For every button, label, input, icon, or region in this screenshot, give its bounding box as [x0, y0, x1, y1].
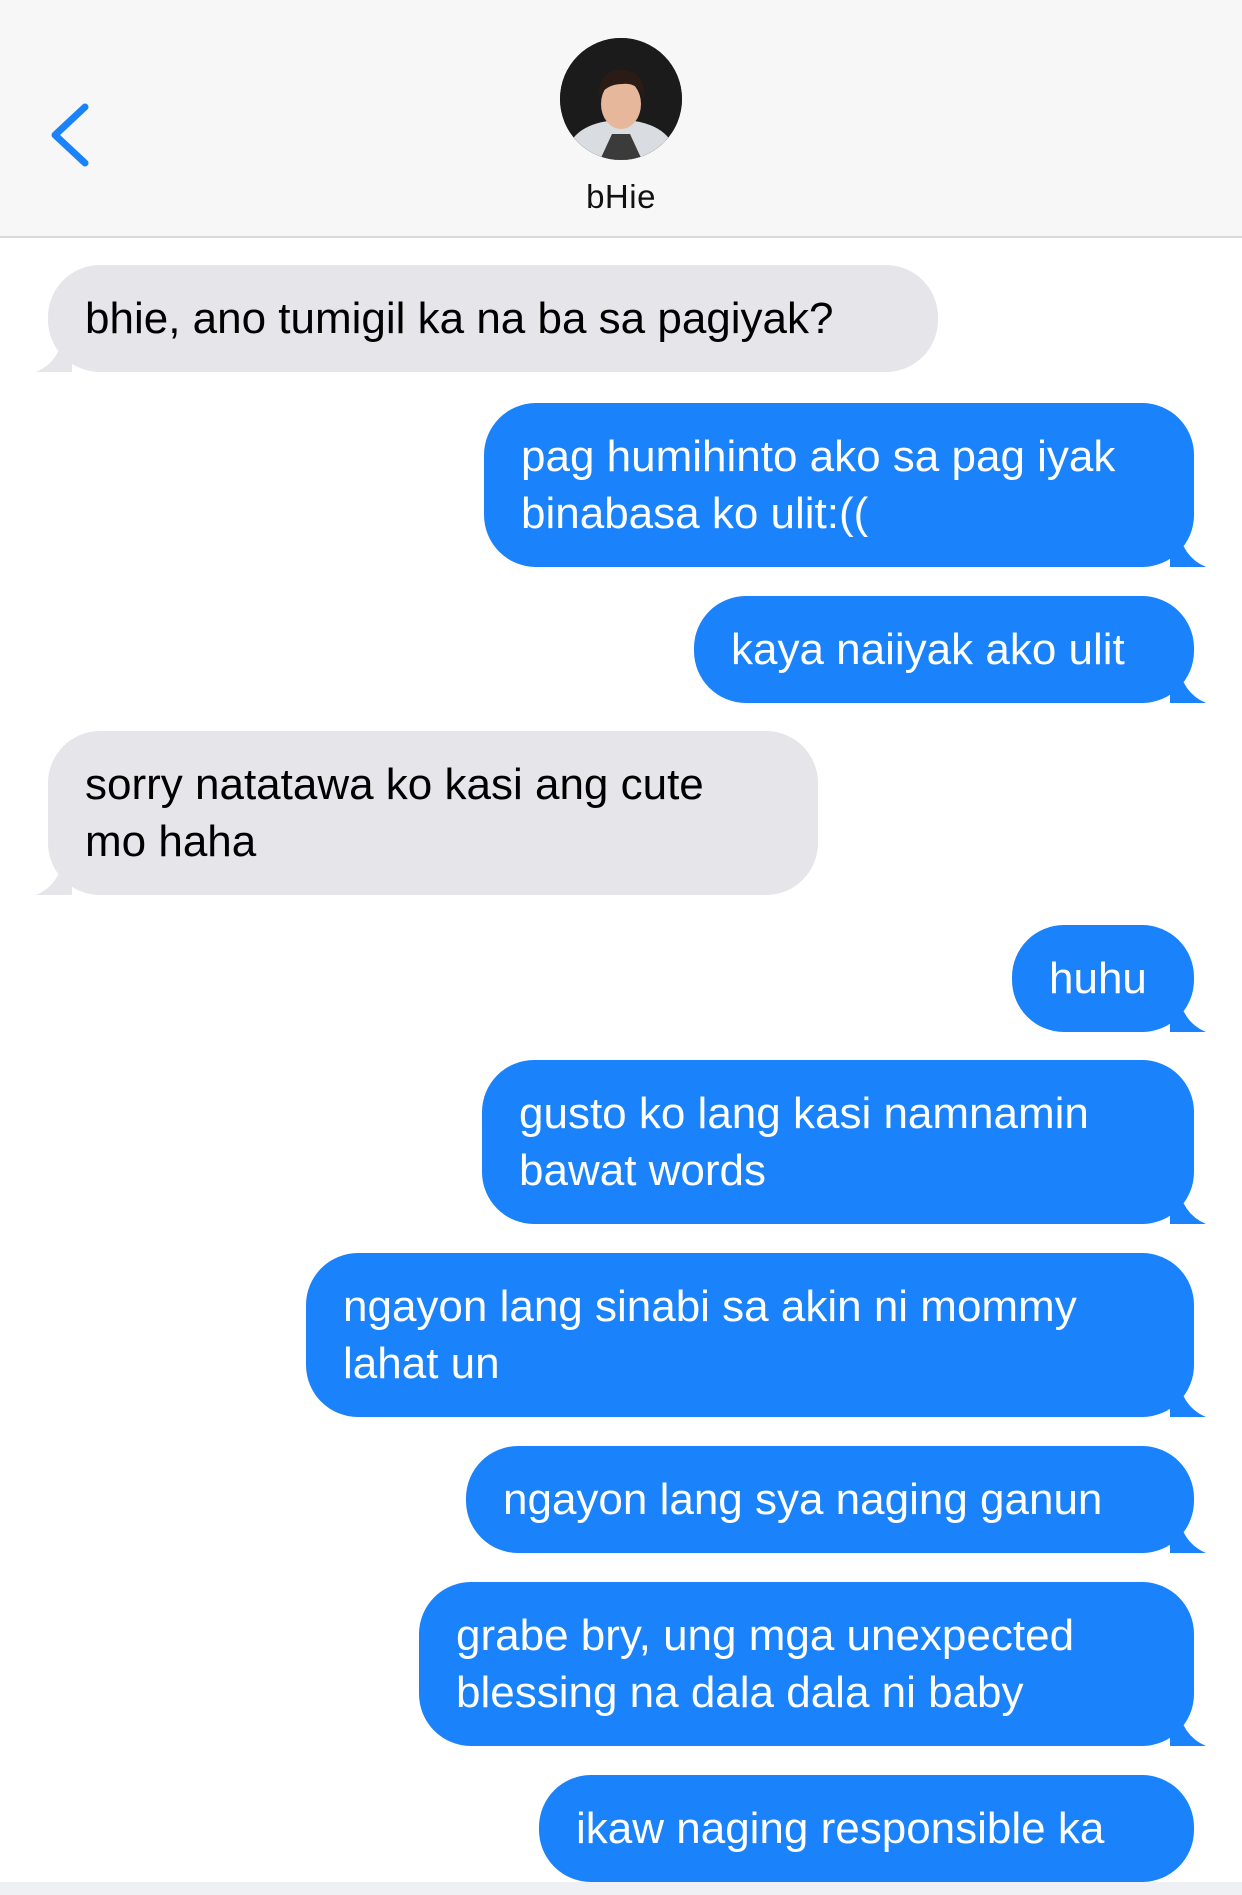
avatar-photo [560, 38, 682, 160]
bottom-edge [0, 1882, 1242, 1895]
contact-avatar[interactable] [560, 38, 682, 160]
message-text: gusto ko lang kasi namnamin bawat words [519, 1089, 1089, 1195]
message-bubble-incoming[interactable]: bhie, ano tumigil ka na ba sa pagiyak? [36, 265, 938, 372]
conversation-header: bHie [0, 0, 1242, 238]
message-bubble-incoming[interactable]: sorry natatawa ko kasi ang cute mo haha [36, 731, 818, 895]
message-bubble-outgoing[interactable]: huhu [1012, 925, 1206, 1032]
message-text: grabe bry, ung mga unexpected blessing n… [456, 1611, 1075, 1717]
bubble-tail [36, 855, 72, 895]
message-bubble-outgoing[interactable]: ngayon lang sinabi sa akin ni mommy laha… [306, 1253, 1206, 1417]
message-text: ngayon lang sya naging ganun [503, 1475, 1103, 1524]
bubble-tail [1170, 527, 1206, 567]
message-bubble-outgoing[interactable]: gusto ko lang kasi namnamin bawat words [482, 1060, 1206, 1224]
message-text: ikaw naging responsible ka [576, 1804, 1105, 1853]
message-text: kaya naiiyak ako ulit [731, 625, 1125, 674]
message-bubble-outgoing[interactable]: ngayon lang sya naging ganun [466, 1446, 1206, 1553]
bubble-tail [1170, 1706, 1206, 1746]
bubble-tail [1170, 1377, 1206, 1417]
message-text: bhie, ano tumigil ka na ba sa pagiyak? [85, 294, 834, 343]
message-text: pag humihinto ako sa pag iyak binabasa k… [521, 432, 1116, 538]
contact-name[interactable]: bHie [0, 178, 1242, 216]
bubble-tail [1170, 1184, 1206, 1224]
bubble-tail [1170, 663, 1206, 703]
message-bubble-outgoing[interactable]: kaya naiiyak ako ulit [694, 596, 1206, 703]
message-text: huhu [1049, 954, 1147, 1003]
message-bubble-outgoing[interactable]: ikaw naging responsible ka [539, 1775, 1194, 1882]
message-bubble-outgoing[interactable]: grabe bry, ung mga unexpected blessing n… [419, 1582, 1206, 1746]
bubble-tail [1170, 992, 1206, 1032]
message-bubble-outgoing[interactable]: pag humihinto ako sa pag iyak binabasa k… [484, 403, 1206, 567]
back-button[interactable] [40, 95, 100, 175]
bubble-tail [36, 332, 72, 372]
message-text: sorry natatawa ko kasi ang cute mo haha [85, 760, 704, 866]
bubble-tail [1170, 1513, 1206, 1553]
message-text: ngayon lang sinabi sa akin ni mommy laha… [343, 1282, 1077, 1388]
chevron-left-icon [51, 103, 89, 167]
